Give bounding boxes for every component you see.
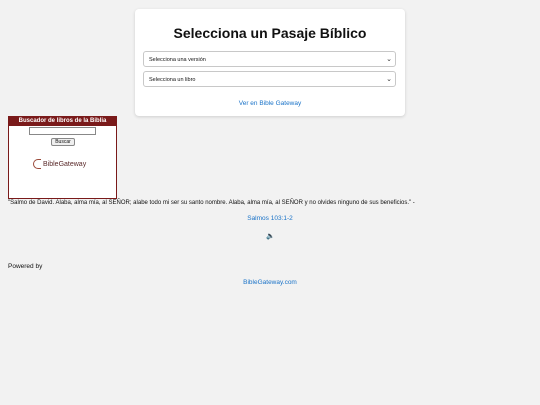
biblegateway-site-link[interactable]: BibleGateway.com (0, 279, 540, 286)
powered-by-text: Powered by (8, 263, 43, 270)
speaker-icon[interactable]: 🔈 (266, 232, 275, 240)
view-on-biblegateway-link[interactable]: Ver en Bible Gateway (135, 100, 405, 107)
search-button[interactable]: Buscar (51, 138, 75, 146)
book-select[interactable]: Selecciona un libro ⌄ (143, 71, 396, 87)
chevron-down-icon: ⌄ (386, 76, 392, 83)
bible-search-widget: Buscador de libros de la Biblia Buscar B… (8, 116, 117, 199)
verse-text: "Salmo de David. Alaba, alma mía, al SEÑ… (8, 200, 415, 206)
version-select[interactable]: Selecciona una versión ⌄ (143, 51, 396, 67)
book-select-label: Selecciona un libro (149, 77, 196, 83)
passage-selector-card: Selecciona un Pasaje Bíblico Selecciona … (135, 9, 405, 116)
page-title: Selecciona un Pasaje Bíblico (173, 25, 367, 41)
version-select-label: Selecciona una versión (149, 57, 206, 63)
search-input[interactable] (29, 127, 96, 135)
widget-header: Buscador de libros de la Biblia (9, 117, 116, 126)
chevron-down-icon: ⌄ (386, 56, 392, 63)
biblegateway-logo[interactable]: BibleGateway (33, 158, 86, 170)
biblegateway-logo-icon (33, 159, 41, 169)
biblegateway-logo-text: BibleGateway (43, 160, 87, 168)
verse-reference-link[interactable]: Salmos 103:1-2 (0, 215, 540, 222)
